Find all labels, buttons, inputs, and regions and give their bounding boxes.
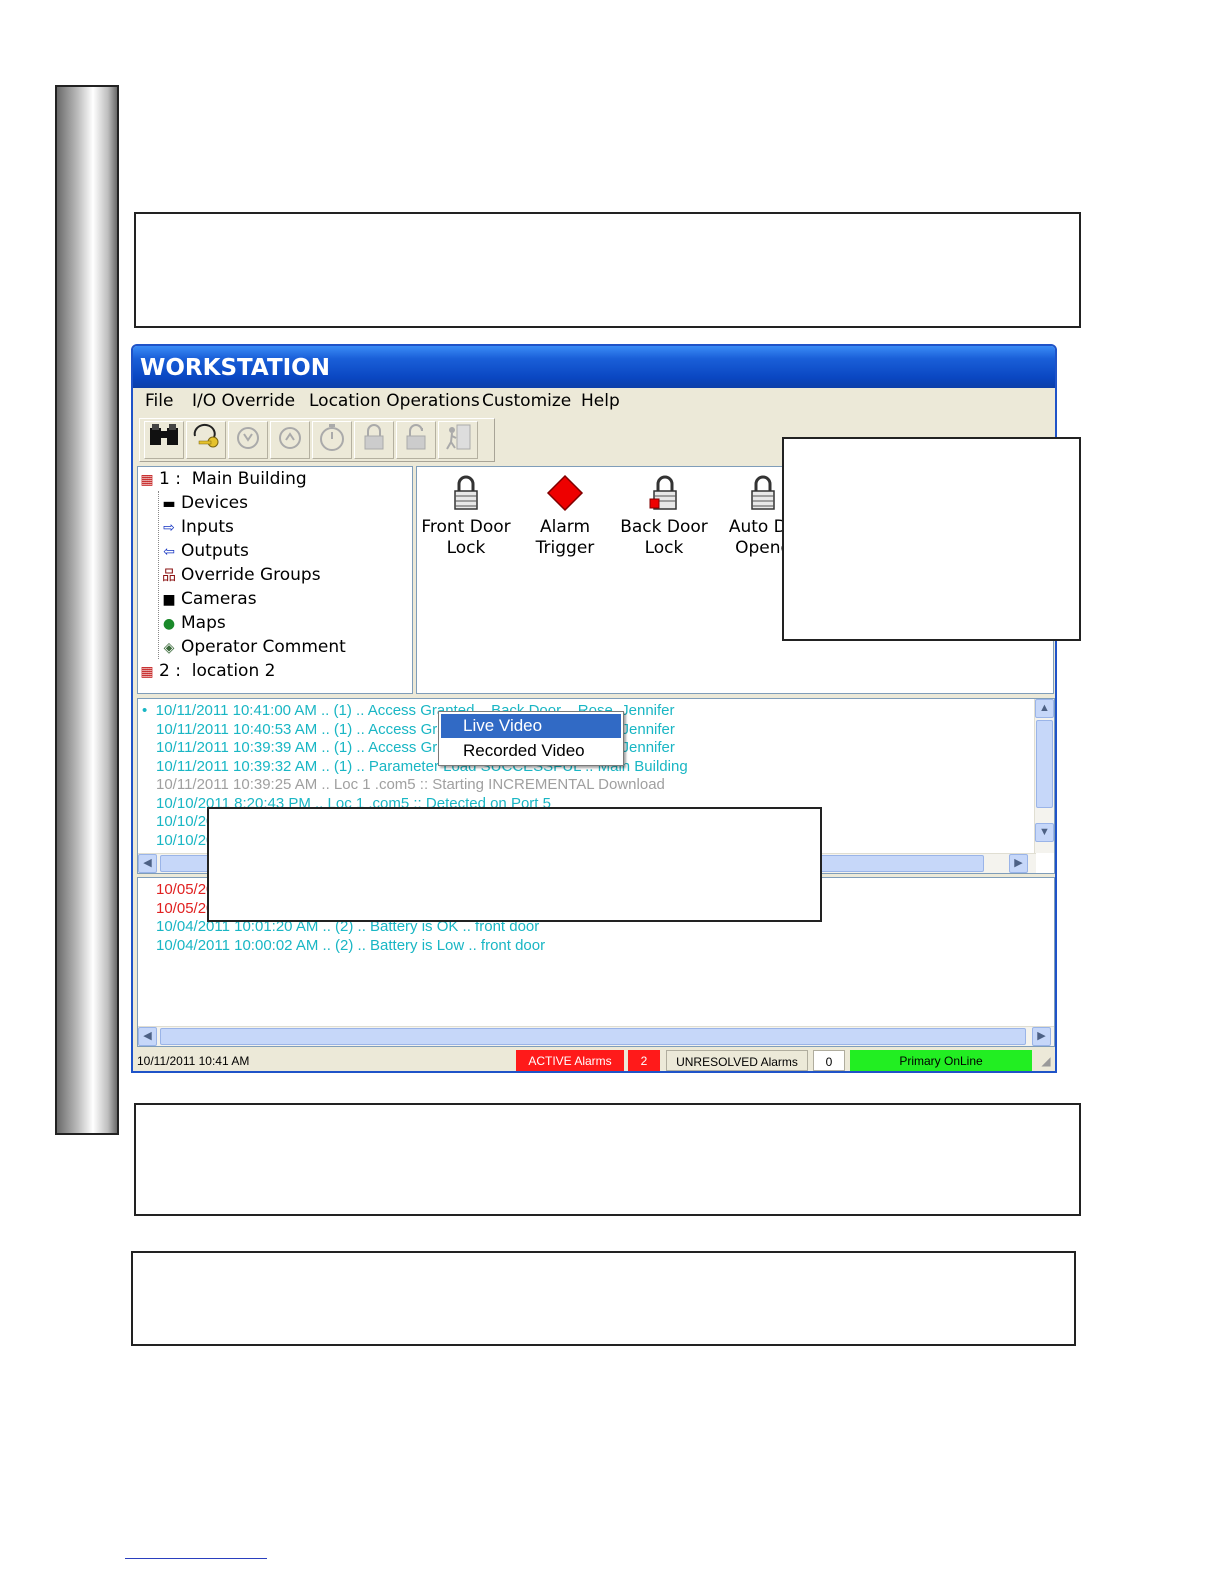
location-number: 1 : [159, 469, 181, 489]
callout-box-right [782, 437, 1081, 641]
video-context-menu: Live Video Recorded Video [438, 711, 624, 766]
lock-icon[interactable] [354, 421, 394, 459]
tree-item-label: Inputs [181, 517, 234, 537]
device-icon: ▬ [162, 496, 176, 512]
unresolved-alarms-label[interactable]: UNRESOLVED Alarms [666, 1050, 808, 1071]
tree-item-override-groups[interactable]: 品 Override Groups [160, 563, 321, 587]
device-label-line1: Back Door [620, 517, 708, 537]
scroll-left-icon[interactable]: ◀ [138, 854, 157, 873]
device-label-line1: Alarm [539, 517, 591, 537]
alarm-diamond-icon [516, 469, 614, 517]
tree-item-devices[interactable]: ▬ Devices [160, 491, 248, 515]
output-icon: ⇦ [163, 544, 175, 560]
tree-item-label: Maps [181, 613, 226, 633]
menu-item-live-video[interactable]: Live Video [441, 714, 621, 738]
camera-icon: ■ [162, 592, 176, 608]
menu-file[interactable]: File [145, 388, 173, 415]
tree-item-operator-comment[interactable]: ◈ Operator Comment [160, 635, 346, 659]
scroll-thumb[interactable] [160, 1028, 1026, 1045]
menu-location-operations[interactable]: Location Operations [309, 388, 480, 415]
unresolved-alarms-count: 0 [813, 1050, 845, 1071]
binoculars-icon[interactable] [144, 421, 184, 459]
tree-item-maps[interactable]: ● Maps [160, 611, 226, 635]
callout-box-top [134, 212, 1081, 328]
device-label-line2: Lock [644, 538, 684, 558]
location-name: Main Building [191, 469, 307, 489]
scroll-down-icon[interactable]: ▼ [1035, 823, 1054, 842]
tree-item-outputs[interactable]: ⇦ Outputs [160, 539, 249, 563]
override-icon[interactable] [228, 421, 268, 459]
connection-status: Primary OnLine [850, 1050, 1032, 1071]
scroll-thumb[interactable] [1036, 720, 1053, 808]
window-title: WORKSTATION [140, 355, 330, 381]
padlock-icon [417, 469, 515, 517]
menu-item-recorded-video[interactable]: Recorded Video [441, 739, 621, 763]
globe-icon: ● [162, 616, 176, 632]
active-alarms-label[interactable]: ACTIVE Alarms [516, 1050, 624, 1071]
row-bullet: • [142, 702, 148, 719]
menu-help[interactable]: Help [581, 388, 620, 415]
scroll-left-icon[interactable]: ◀ [138, 1027, 157, 1046]
padlock-alert-icon [615, 469, 713, 517]
exit-icon[interactable] [438, 421, 478, 459]
callout-box-middle [207, 807, 822, 922]
scroll-up-icon[interactable]: ▲ [1035, 699, 1054, 718]
menu-io-override[interactable]: I/O Override [192, 388, 295, 415]
log-row[interactable]: 10/11/2011 10:39:25 AM .. Loc 1 .com5 ::… [156, 775, 665, 794]
input-icon: ⇨ [163, 520, 175, 536]
resize-grip-icon[interactable]: ◢ [1037, 1050, 1055, 1071]
override-alt-icon[interactable] [270, 421, 310, 459]
comment-icon: ◈ [163, 640, 175, 656]
toolbar [139, 418, 495, 462]
location-number: 2 : [159, 661, 181, 681]
window-title-bar: WORKSTATION [133, 346, 1055, 388]
location-tree: ▦ 1 : Main Building ▬ Devices ⇨ Inputs ⇦ Out… [137, 466, 413, 694]
menu-customize[interactable]: Customize [482, 388, 571, 415]
scroll-right-icon[interactable]: ▶ [1009, 854, 1028, 873]
device-label-line2: Trigger [535, 538, 595, 558]
group-icon: 品 [162, 568, 176, 584]
tree-item-cameras[interactable]: ■ Cameras [160, 587, 257, 611]
device-back-door-lock[interactable]: Back Door Lock [615, 469, 713, 559]
status-bar: 10/11/2011 10:41 AM ACTIVE Alarms 2 UNRE… [133, 1049, 1055, 1071]
building-icon: ▦ [140, 664, 154, 680]
tree-item-label: Outputs [181, 541, 249, 561]
event-log-vertical-scrollbar[interactable]: ▲ ▼ [1034, 699, 1054, 853]
tree-location-2[interactable]: ▦ 2 : location 2 [138, 659, 275, 683]
tree-item-inputs[interactable]: ⇨ Inputs [160, 515, 234, 539]
footnote-rule [125, 1558, 267, 1559]
tree-location-1[interactable]: ▦ 1 : Main Building [138, 467, 307, 491]
tree-item-label: Cameras [181, 589, 257, 609]
callout-box-bottom-1 [134, 1103, 1081, 1216]
building-icon: ▦ [140, 472, 154, 488]
device-label-line2: Lock [446, 538, 486, 558]
callout-box-bottom-2 [131, 1251, 1076, 1346]
tree-item-label: Override Groups [181, 565, 321, 585]
tree-item-label: Devices [181, 493, 248, 513]
active-alarms-count: 2 [628, 1050, 660, 1071]
log-row[interactable]: 10/04/2011 10:00:02 AM .. (2) .. Battery… [156, 936, 545, 955]
status-datetime: 10/11/2011 10:41 AM [137, 1054, 250, 1068]
tree-item-label: Operator Comment [181, 637, 346, 657]
unlock-icon[interactable] [396, 421, 436, 459]
tree-connector-line [158, 491, 159, 659]
device-label-line1: Front Door [421, 517, 511, 537]
alarm-log-horizontal-scrollbar[interactable]: ◀ ▶ [138, 1026, 1054, 1046]
location-name: location 2 [191, 661, 276, 681]
scroll-right-icon[interactable]: ▶ [1032, 1027, 1051, 1046]
menu-bar: File I/O Override Location Operations Cu… [133, 388, 1055, 416]
device-front-door-lock[interactable]: Front Door Lock [417, 469, 515, 559]
device-alarm-trigger[interactable]: Alarm Trigger [516, 469, 614, 559]
chapter-side-bar [55, 85, 119, 1135]
key-return-icon[interactable] [186, 421, 226, 459]
timer-icon[interactable] [312, 421, 352, 459]
